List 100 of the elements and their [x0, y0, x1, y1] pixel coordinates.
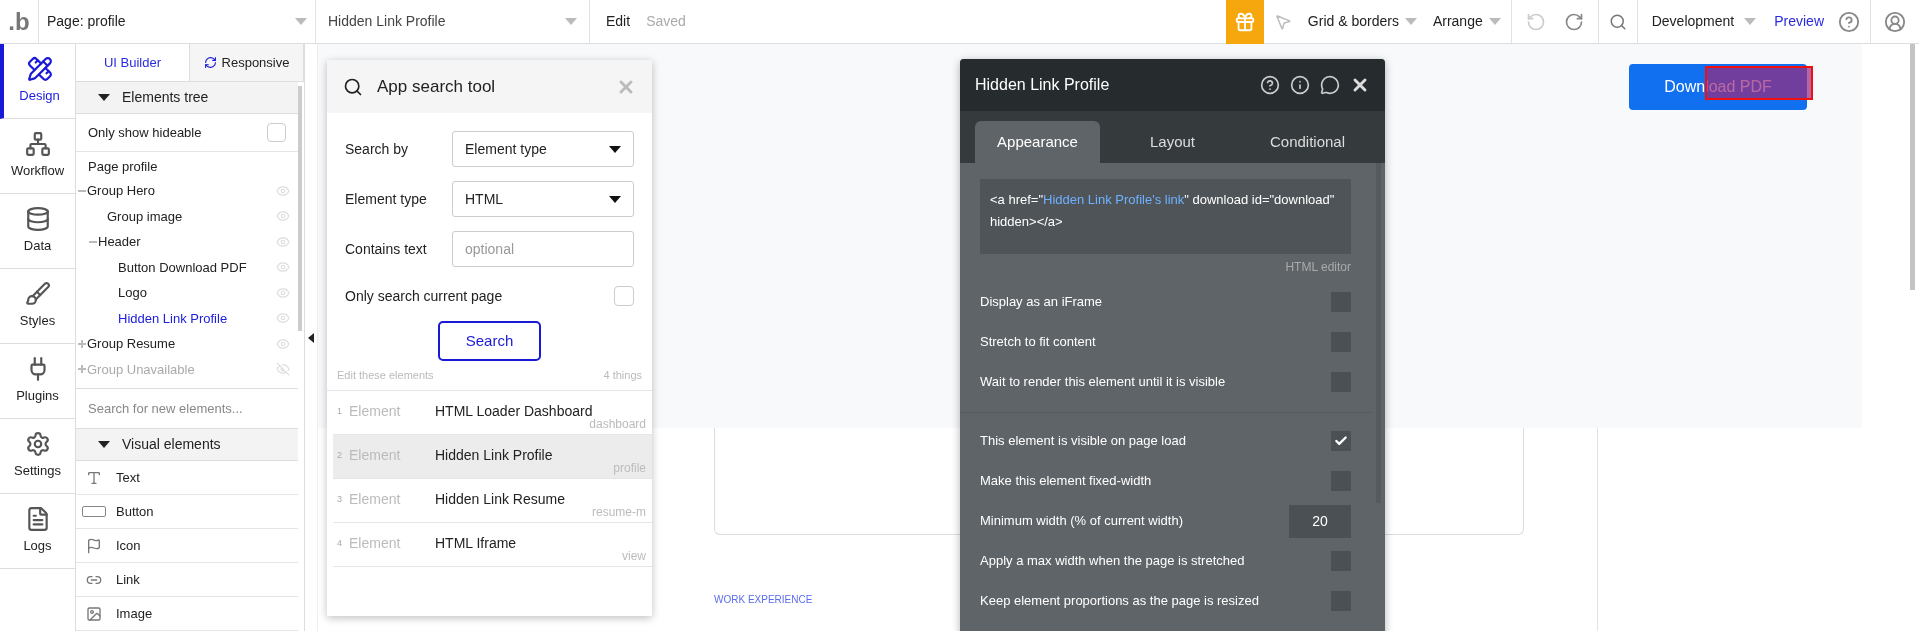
redo-icon[interactable]: [1563, 11, 1584, 32]
select-dropdown[interactable]: Element type: [452, 131, 634, 167]
editor-tab[interactable]: Conditional: [1245, 121, 1370, 163]
element-palette-item[interactable]: Link: [76, 563, 298, 597]
section-header[interactable]: Elements tree: [76, 82, 298, 114]
element-palette-item[interactable]: Text: [76, 461, 298, 495]
tree-item[interactable]: Group image: [98, 206, 183, 226]
check-icon: [1334, 434, 1348, 448]
design-icon: [26, 56, 53, 83]
select-dropdown[interactable]: HTML: [452, 181, 634, 217]
user-avatar-icon[interactable]: [1884, 10, 1906, 33]
field-label: Search by: [345, 139, 410, 159]
collapse-icon[interactable]: [89, 240, 98, 243]
expand-icon[interactable]: [78, 365, 87, 374]
result-page: view: [622, 547, 646, 565]
result-name: Hidden Link Profile: [435, 445, 553, 465]
nav-tab[interactable]: Logs: [0, 494, 75, 569]
editor-tab[interactable]: Layout: [1110, 121, 1235, 163]
eye-icon[interactable]: [276, 234, 290, 249]
tree-item[interactable]: Hidden Link Profile: [109, 308, 228, 328]
result-row[interactable]: 4 Element HTML Iframe view: [333, 522, 652, 567]
scrollbar[interactable]: [1376, 163, 1381, 503]
field-label: Element type: [345, 189, 428, 209]
search-icon: [343, 76, 363, 97]
cursor-icon[interactable]: [1273, 12, 1292, 31]
tree-item[interactable]: Group Hero: [87, 181, 155, 201]
app-logo[interactable]: .b: [0, 3, 38, 40]
database-icon: [24, 206, 51, 233]
text-icon: [86, 469, 102, 486]
nav-tab[interactable]: Settings: [0, 419, 75, 494]
section-label: WORK EXPERIENCE: [714, 593, 813, 607]
undo-icon[interactable]: [1525, 11, 1546, 32]
element-dropdown[interactable]: Hidden Link Profile: [316, 0, 590, 43]
element-palette-item[interactable]: Button: [76, 495, 298, 529]
option-label: Minimum width (% of current width): [980, 512, 1183, 531]
tree-item[interactable]: Group Resume: [87, 334, 176, 354]
section-header[interactable]: Visual elements: [76, 429, 298, 461]
tree-item[interactable]: Logo: [109, 283, 147, 303]
tree-item[interactable]: Page profile: [88, 156, 158, 177]
refresh-icon: [203, 56, 217, 69]
tree-item[interactable]: Header: [98, 232, 141, 252]
option-label: Apply a max width when the page is stretched: [980, 552, 1245, 571]
nav-tab[interactable]: Plugins: [0, 344, 75, 419]
eye-icon[interactable]: [276, 336, 290, 351]
toolbar-menu[interactable]: Arrange: [1432, 11, 1501, 32]
checkbox[interactable]: [267, 123, 286, 142]
search-icon[interactable]: [1608, 12, 1627, 31]
collapse-panel-icon[interactable]: [308, 332, 314, 343]
preview-link[interactable]: Preview: [1774, 11, 1824, 32]
toolbar-menu[interactable]: Grid & borders: [1307, 11, 1417, 32]
expand-icon[interactable]: [78, 339, 87, 348]
result-page: dashboard: [589, 416, 646, 433]
editor-title: Hidden Link Profile: [975, 75, 1111, 95]
option-label: Wait to render this element until it is visible: [980, 373, 1226, 392]
search-button[interactable]: Search: [438, 321, 541, 361]
panel-tab[interactable]: Responsive: [190, 44, 304, 81]
comment-icon[interactable]: [1320, 75, 1340, 95]
editor-tab[interactable]: Appearance: [975, 121, 1100, 163]
eye-icon[interactable]: [276, 311, 290, 326]
info-icon[interactable]: [1290, 75, 1310, 95]
tree-item[interactable]: Button Download PDF: [109, 257, 247, 277]
caret-icon: [609, 145, 621, 153]
checkbox[interactable]: [1331, 431, 1351, 451]
html-code-editor[interactable]: <a href="Hidden Link Profile's link" download id="download" hidden></a>: [980, 179, 1351, 254]
element-palette-item[interactable]: Icon: [76, 529, 298, 563]
number-field[interactable]: 20: [1289, 504, 1351, 538]
collapse-icon[interactable]: [78, 189, 87, 192]
caret-icon: [295, 18, 307, 25]
eye-icon[interactable]: [276, 209, 290, 224]
eye-icon[interactable]: [276, 285, 290, 300]
text-field[interactable]: optional: [452, 231, 634, 267]
hidden-eye-icon[interactable]: [276, 362, 290, 377]
caret-icon: [1488, 18, 1501, 25]
environment-dropdown[interactable]: Development: [1651, 11, 1757, 32]
result-type: Element: [349, 533, 402, 553]
eye-icon[interactable]: [276, 183, 290, 198]
caret-icon: [98, 441, 110, 448]
element-palette-item[interactable]: Image: [76, 597, 298, 631]
result-type: Element: [349, 489, 402, 509]
scrollbar[interactable]: [298, 86, 302, 331]
result-row[interactable]: 3 Element Hidden Link Resume resume-m: [333, 478, 652, 523]
scrollbar[interactable]: [1910, 44, 1915, 290]
results-count: 4 things: [603, 368, 642, 383]
nav-tab[interactable]: Data: [0, 194, 75, 269]
result-name: HTML Iframe: [435, 533, 517, 553]
nav-tab[interactable]: Workflow: [0, 119, 75, 194]
result-page: resume-m: [592, 503, 646, 521]
element-search-field[interactable]: Search for new elements...: [76, 389, 298, 429]
gift-button[interactable]: [1225, 0, 1264, 44]
row-number: 2: [336, 448, 343, 462]
caret-icon: [565, 18, 577, 25]
checkbox[interactable]: [614, 286, 634, 306]
page-dropdown[interactable]: Page: profile: [38, 0, 316, 43]
nav-tab[interactable]: Styles: [0, 269, 75, 344]
edit-label[interactable]: Edit: [606, 11, 631, 32]
option-label: This element is visible on page load: [980, 432, 1186, 451]
eye-icon[interactable]: [276, 260, 290, 275]
caret-icon: [609, 195, 621, 203]
result-row[interactable]: 1 Element HTML Loader Dashboard dashboard: [333, 390, 652, 435]
help-icon[interactable]: [1260, 75, 1280, 95]
